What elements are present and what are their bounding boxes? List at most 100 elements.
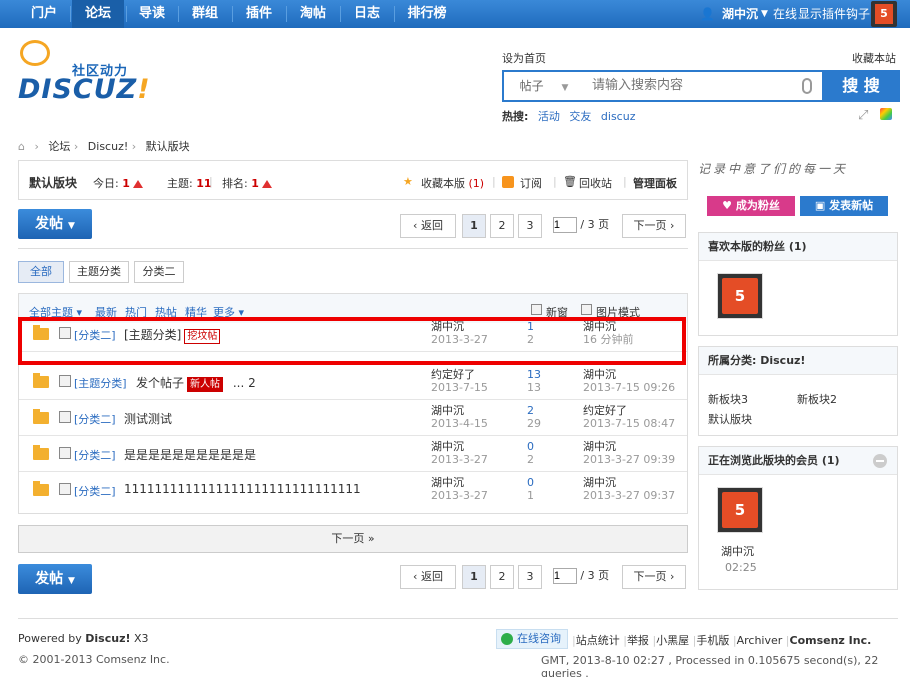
hot-term[interactable]: 活动 [538,110,560,123]
nav-guide[interactable]: 导读 [128,0,176,28]
nav-plugin[interactable]: 插件 [234,0,284,28]
new-thread-button[interactable]: 发帖 ▼ [18,564,92,594]
avatar[interactable]: 5 [871,1,897,27]
search-scope-select[interactable]: 帖子 ▼ [504,72,584,100]
bookmark-link[interactable]: 收藏本站 [852,50,896,66]
thread-author[interactable]: 湖中沉 2013-3-27 [431,476,488,502]
nav-blog[interactable]: 日志 [342,0,392,28]
hot-term[interactable]: discuz [601,110,636,123]
chevron-down-icon[interactable]: ▼ [761,0,768,28]
page-1[interactable]: 1 [462,565,486,589]
thread-counts: 02 [527,440,534,466]
nav-collection[interactable]: 淘帖 [288,0,338,28]
person-icon: 👤 [700,7,715,21]
breadcrumb-item[interactable]: 论坛 [48,140,70,153]
category-link[interactable]: 新板块3 [708,391,748,407]
new-window-checkbox[interactable] [531,304,542,315]
recycle-bin-link[interactable]: 回收站 [579,175,612,191]
browsing-username[interactable]: 湖中沉 [721,543,754,559]
next-page-button[interactable]: 下一页 › [622,565,686,589]
online-consult-button[interactable]: 在线咨询 [496,629,568,649]
next-page-button[interactable]: 下一页 › [622,214,686,238]
thread-checkbox[interactable] [59,375,71,387]
table-row[interactable]: [分类二] 测试测试 湖中沉 2013-4-15 2 29 约定好了 2013-7-1… [19,400,687,436]
next-page-bar[interactable]: 下一页 » [18,525,688,553]
search-button[interactable]: 搜 搜 [822,70,900,102]
thread-author[interactable]: 湖中沉 2013-3-27 [431,440,488,466]
back-button[interactable]: ‹ 返回 [400,565,456,589]
category-link[interactable]: 新板块2 [797,391,837,407]
star-icon: ★ [403,175,413,188]
search-input[interactable] [592,72,812,100]
new-post-button[interactable]: ▣ 发表新帖 [800,196,888,216]
nav-forum[interactable]: 论坛 [72,0,124,28]
subscribe-link[interactable]: 订阅 [520,175,542,191]
thread-last-post[interactable]: 约定好了 2013-7-15 08:47 [583,404,675,430]
footer-link[interactable]: Archiver [737,634,783,647]
copyright: © 2001-2013 Comsenz Inc. [18,653,170,666]
thread-counts: 01 [527,476,534,502]
page-input[interactable] [552,568,577,584]
thread-checkbox[interactable] [59,447,71,459]
back-button[interactable]: ‹ 返回 [400,214,456,238]
folder-icon [33,409,49,424]
theme-color-icon[interactable] [880,108,892,120]
online-status[interactable]: 在线 [773,0,797,28]
nav-portal[interactable]: 门户 [20,0,68,28]
home-icon[interactable]: ⌂ [18,140,25,153]
new-thread-button[interactable]: 发帖 ▼ [18,209,92,239]
category-title: 所属分类: Discuz! [699,347,897,375]
thread-title[interactable]: 发个帖子 新人帖 ... 2 [136,374,256,392]
thread-category[interactable]: [分类二] [74,411,116,427]
footer-link[interactable]: 手机版 [696,634,729,647]
avatar[interactable]: 5 [717,273,763,319]
tab-topic-category[interactable]: 主题分类 [69,261,129,283]
become-fan-button[interactable]: ♥ 成为粉丝 [707,196,795,216]
thread-author[interactable]: 湖中沉 2013-4-15 [431,404,488,430]
microphone-icon[interactable] [802,78,812,94]
thread-last-post[interactable]: 湖中沉 2013-7-15 09:26 [583,368,675,394]
nav-ranking[interactable]: 排行榜 [396,0,458,28]
nav-group[interactable]: 群组 [180,0,230,28]
page-input[interactable] [552,217,577,233]
hot-term[interactable]: 交友 [569,110,591,123]
thread-title[interactable]: 是是是是是是是是是是是 [124,446,256,463]
logo[interactable]: DISCUZ! [18,74,151,105]
footer-link[interactable]: 举报 [627,634,649,647]
set-home-link[interactable]: 设为首页 [502,50,546,66]
expand-icon[interactable]: ⤢ [858,108,868,123]
tab-all[interactable]: 全部 [18,261,64,283]
page-3[interactable]: 3 [518,214,542,238]
thread-checkbox[interactable] [59,483,71,495]
rank-stat: 排名: 1 [222,175,272,191]
table-row[interactable]: [分类二] 1111111111111111111111111111111 湖中… [19,472,687,508]
tab-category-two[interactable]: 分类二 [134,261,184,283]
footer-link[interactable]: 小黑屋 [656,634,689,647]
footer-link[interactable]: 站点统计 [576,634,620,647]
table-row[interactable]: [主题分类] 发个帖子 新人帖 ... 2 约定好了 2013-7-15 13 13 … [19,364,687,400]
thread-author[interactable]: 约定好了 2013-7-15 [431,368,488,394]
collapse-icon[interactable] [873,454,887,468]
favorite-link[interactable]: 收藏本版 (1) [421,175,484,191]
manage-panel-link[interactable]: 管理面板 [633,175,677,191]
page-2[interactable]: 2 [490,214,514,238]
breadcrumb-item[interactable]: Discuz! [88,140,128,153]
thread-category[interactable]: [主题分类] [74,375,127,391]
table-row[interactable]: [分类二] 是是是是是是是是是是是 湖中沉 2013-3-27 02 湖中沉 201… [19,436,687,472]
thread-category[interactable]: [分类二] [74,447,116,463]
thread-title[interactable]: 1111111111111111111111111111111 [124,482,361,496]
category-link[interactable]: 默认版块 [708,411,752,427]
thread-last-post[interactable]: 湖中沉 2013-3-27 09:39 [583,440,675,466]
thread-checkbox[interactable] [59,411,71,423]
image-mode-checkbox[interactable] [581,304,592,315]
username-link[interactable]: 湖中沉 [722,0,758,28]
show-plugin-link[interactable]: 显示插件钩子 [798,0,870,28]
company-link[interactable]: Comsenz Inc. [790,634,872,647]
thread-category[interactable]: [分类二] [74,483,116,499]
page-3[interactable]: 3 [518,565,542,589]
thread-last-post[interactable]: 湖中沉 2013-3-27 09:37 [583,476,675,502]
thread-title[interactable]: 测试测试 [124,410,172,427]
page-2[interactable]: 2 [490,565,514,589]
page-1[interactable]: 1 [462,214,486,238]
avatar[interactable]: 5 [717,487,763,533]
